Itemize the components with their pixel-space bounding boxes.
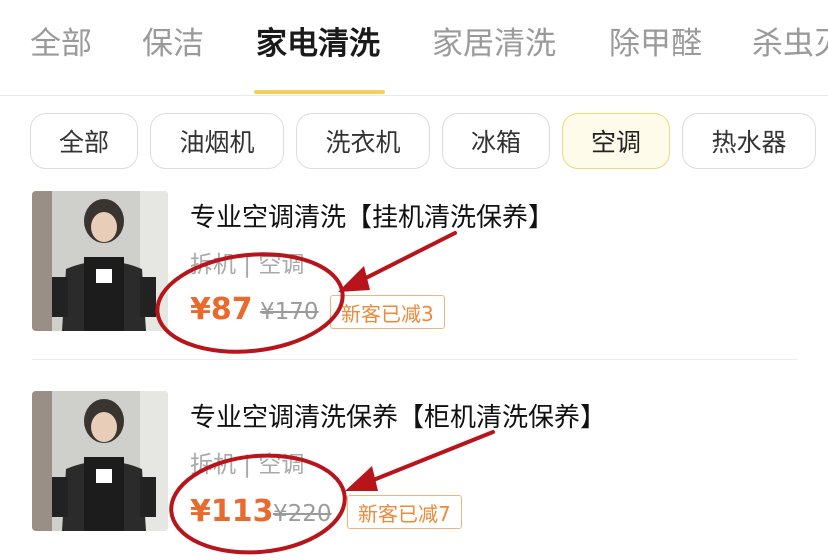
category-tabs: 全部 保洁 家电清洗 家居清洗 除甲醛 杀虫灭 (0, 0, 828, 96)
annotation-arrow-head (345, 466, 378, 491)
original-price: ¥220 (273, 501, 332, 527)
product-price: ¥113 (190, 494, 274, 529)
new-customer-discount-badge: 新客已减3 (330, 295, 445, 329)
tab-pest-control[interactable]: 杀虫灭 (752, 22, 828, 66)
annotation-arrow-head (338, 266, 370, 292)
product-tags: 拆机 | 空调 (190, 452, 305, 478)
subcategory-chips: 全部 油烟机 洗衣机 冰箱 空调 热水器 (0, 113, 828, 173)
tab-appliance-cleaning[interactable]: 家电清洗 (256, 22, 380, 66)
tab-home-cleaning[interactable]: 家居清洗 (432, 22, 556, 66)
chip-range-hood[interactable]: 油烟机 (150, 113, 284, 169)
chip-all[interactable]: 全部 (30, 113, 138, 169)
tab-cleaning[interactable]: 保洁 (142, 22, 204, 66)
annotation-arrow-line (354, 430, 495, 489)
product-title[interactable]: 专业空调清洗保养【柜机清洗保养】 (190, 397, 606, 434)
card-divider (32, 359, 798, 360)
product-price: ¥87 (190, 292, 253, 327)
product-title[interactable]: 专业空调清洗【挂机清洗保养】 (190, 197, 554, 234)
technician-photo-icon (32, 391, 168, 531)
original-price: ¥170 (260, 299, 319, 325)
technician-photo-icon (32, 191, 168, 331)
chip-fridge[interactable]: 冰箱 (442, 113, 550, 169)
annotation-arrow-line (346, 231, 457, 289)
product-thumbnail[interactable] (32, 191, 168, 331)
chip-washing-machine[interactable]: 洗衣机 (296, 113, 430, 169)
chip-air-conditioner[interactable]: 空调 (562, 113, 670, 169)
chip-water-heater[interactable]: 热水器 (682, 113, 816, 169)
product-tags: 拆机 | 空调 (190, 252, 305, 278)
active-tab-indicator (254, 90, 385, 94)
tab-formaldehyde-removal[interactable]: 除甲醛 (609, 22, 702, 66)
tab-all[interactable]: 全部 (30, 22, 92, 66)
new-customer-discount-badge: 新客已减7 (347, 495, 462, 529)
product-thumbnail[interactable] (32, 391, 168, 531)
